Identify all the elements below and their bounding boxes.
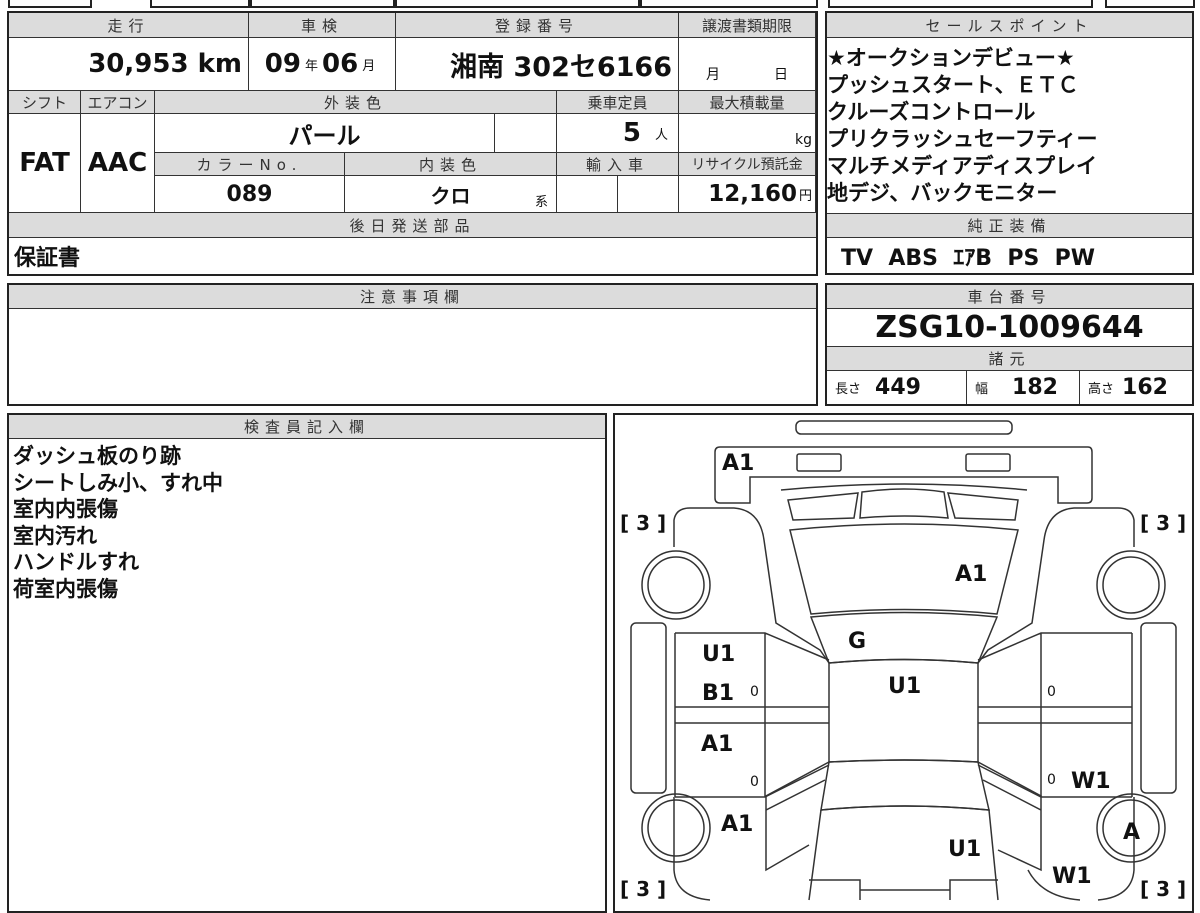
color-no-label: カラーNo. [155,153,345,176]
door-mark: 0 [750,774,759,790]
tire-tread-mark: [ 3 ] [620,877,666,901]
registration-value: 湘南 302セ6166 [396,38,679,91]
interior-value: クロ系 [345,176,557,213]
shift-label: シフト [9,91,81,114]
text-line: ハンドルすれ [13,550,139,574]
damage-mark: A1 [701,732,733,757]
max-load-label: 最大積載量 [679,91,816,114]
spec-width: 幅 182 [967,371,1080,404]
sales-points-box: セールスポイント ★オークションデビュー★ プッシュスタート、ＥＴＣ クルーズコント… [825,11,1194,275]
mileage-value: 30,953 km [9,38,249,91]
sales-points-label: セールスポイント [827,13,1192,38]
inspector-label: 検査員記入欄 [9,415,605,439]
damage-mark: G [848,629,866,654]
text-line: シートしみ小、すれ中 [13,470,223,495]
aircon-label: エアコン [81,91,155,114]
top-strip-box [8,0,92,8]
import-label: 輸入車 [557,153,679,176]
text-line: クルーズコントロール [827,100,1036,124]
spec-length: 長さ 449 [827,371,967,404]
damage-mark: A1 [955,562,987,587]
text-line: 荷室内張傷 [13,576,118,601]
vehicle-info-table: 走行 車検 登録番号 譲渡書類期限 30,953 km 09 年 06 月 湘南 30… [7,11,818,276]
later-parts-label: 後日発送部品 [9,213,816,238]
shift-value: FAT [9,114,81,213]
inspection-value: 09 年 06 月 [249,38,396,91]
damage-mark: W1 [1071,769,1111,794]
door-mark: 0 [1047,772,1056,788]
specs-label: 諸元 [827,347,1192,371]
recycle-value: 12,160 円 [679,176,816,213]
text-line: 地デジ、バックモニター [827,181,1058,205]
damage-diagram: A1 [ 3 ] [ 3 ] A1 G U1 B1 0 U1 0 A1 0 0 … [613,413,1194,913]
car-outline: A1 [ 3 ] [ 3 ] A1 G U1 B1 0 U1 0 A1 0 0 … [620,420,1186,901]
text-line: プリクラッシュセーフティー [827,127,1098,151]
equipment-label: 純正装備 [827,213,1192,238]
max-load-value: kg [679,114,816,153]
transfer-value: 月日 [679,38,816,91]
damage-mark: U1 [888,674,921,699]
top-strip-box [395,0,640,8]
damage-mark: A [1123,820,1140,845]
top-strip-box [828,0,1093,8]
capacity-value: 5人 [557,114,679,153]
recycle-label: リサイクル預託金 [679,153,816,176]
chassis-value: ZSG10-1009644 [827,309,1192,347]
capacity-label: 乗車定員 [557,91,679,114]
notes-label: 注意事項欄 [9,285,816,309]
door-mark: 0 [1047,684,1056,700]
top-strip-box [250,0,395,8]
inspection-label: 車検 [249,13,396,38]
tire-tread-mark: [ 3 ] [1140,511,1186,535]
import-cell [557,176,618,213]
damage-mark: A1 [722,451,754,476]
text-line: ★オークションデビュー★ [827,46,1075,70]
chassis-box: 車台番号 ZSG10-1009644 諸元 長さ 449 幅 182 高さ 162 [825,283,1194,406]
later-parts-value: 保証書 [14,246,81,271]
damage-mark: U1 [948,837,981,862]
damage-mark: U1 [702,642,735,667]
top-strip-box [1105,0,1195,8]
inspector-box: 検査員記入欄 ダッシュ板のり跡 シートしみ小、すれ中 室内内張傷 室内汚れ ハンドルすれ… [7,413,607,913]
interior-label: 内装色 [345,153,557,176]
transfer-label: 譲渡書類期限 [679,13,816,38]
spec-height: 高さ 162 [1088,375,1168,400]
damage-mark: A1 [721,812,753,837]
door-mark: 0 [750,684,759,700]
import-cell [618,176,679,213]
sales-points-list: ★オークションデビュー★ プッシュスタート、ＥＴＣ クルーズコントロールプリクラッシ… [827,45,1097,207]
chassis-label: 車台番号 [827,285,1192,309]
text-line: 室内内張傷 [13,497,118,521]
mileage-label: 走行 [9,13,249,38]
color-no-value: 089 [155,176,345,213]
text-line: プッシュスタート、ＥＴＣ [827,73,1079,97]
registration-label: 登録番号 [396,13,679,38]
notes-box: 注意事項欄 [7,283,818,406]
exterior-label: 外装色 [155,91,557,114]
exterior-extra-cell [495,114,557,153]
damage-mark: W1 [1052,864,1092,889]
text-line: ダッシュ板のり跡 [13,444,181,468]
tire-tread-mark: [ 3 ] [620,511,666,535]
damage-mark: B1 [702,681,734,706]
equipment-value: TV ABS ｴｱB PS PW [841,245,1096,271]
text-line: マルチメディアディスプレイ [827,154,1098,178]
exterior-value: パール [155,114,495,153]
aircon-value: AAC [81,114,155,213]
tire-tread-mark: [ 3 ] [1140,877,1186,901]
top-strip-box [640,0,818,8]
inspector-notes: ダッシュ板のり跡 シートしみ小、すれ中 室内内張傷 室内汚れ ハンドルすれ 荷室内張傷 [13,443,223,602]
top-strip-box [150,0,250,8]
text-line: 室内汚れ [13,523,97,548]
